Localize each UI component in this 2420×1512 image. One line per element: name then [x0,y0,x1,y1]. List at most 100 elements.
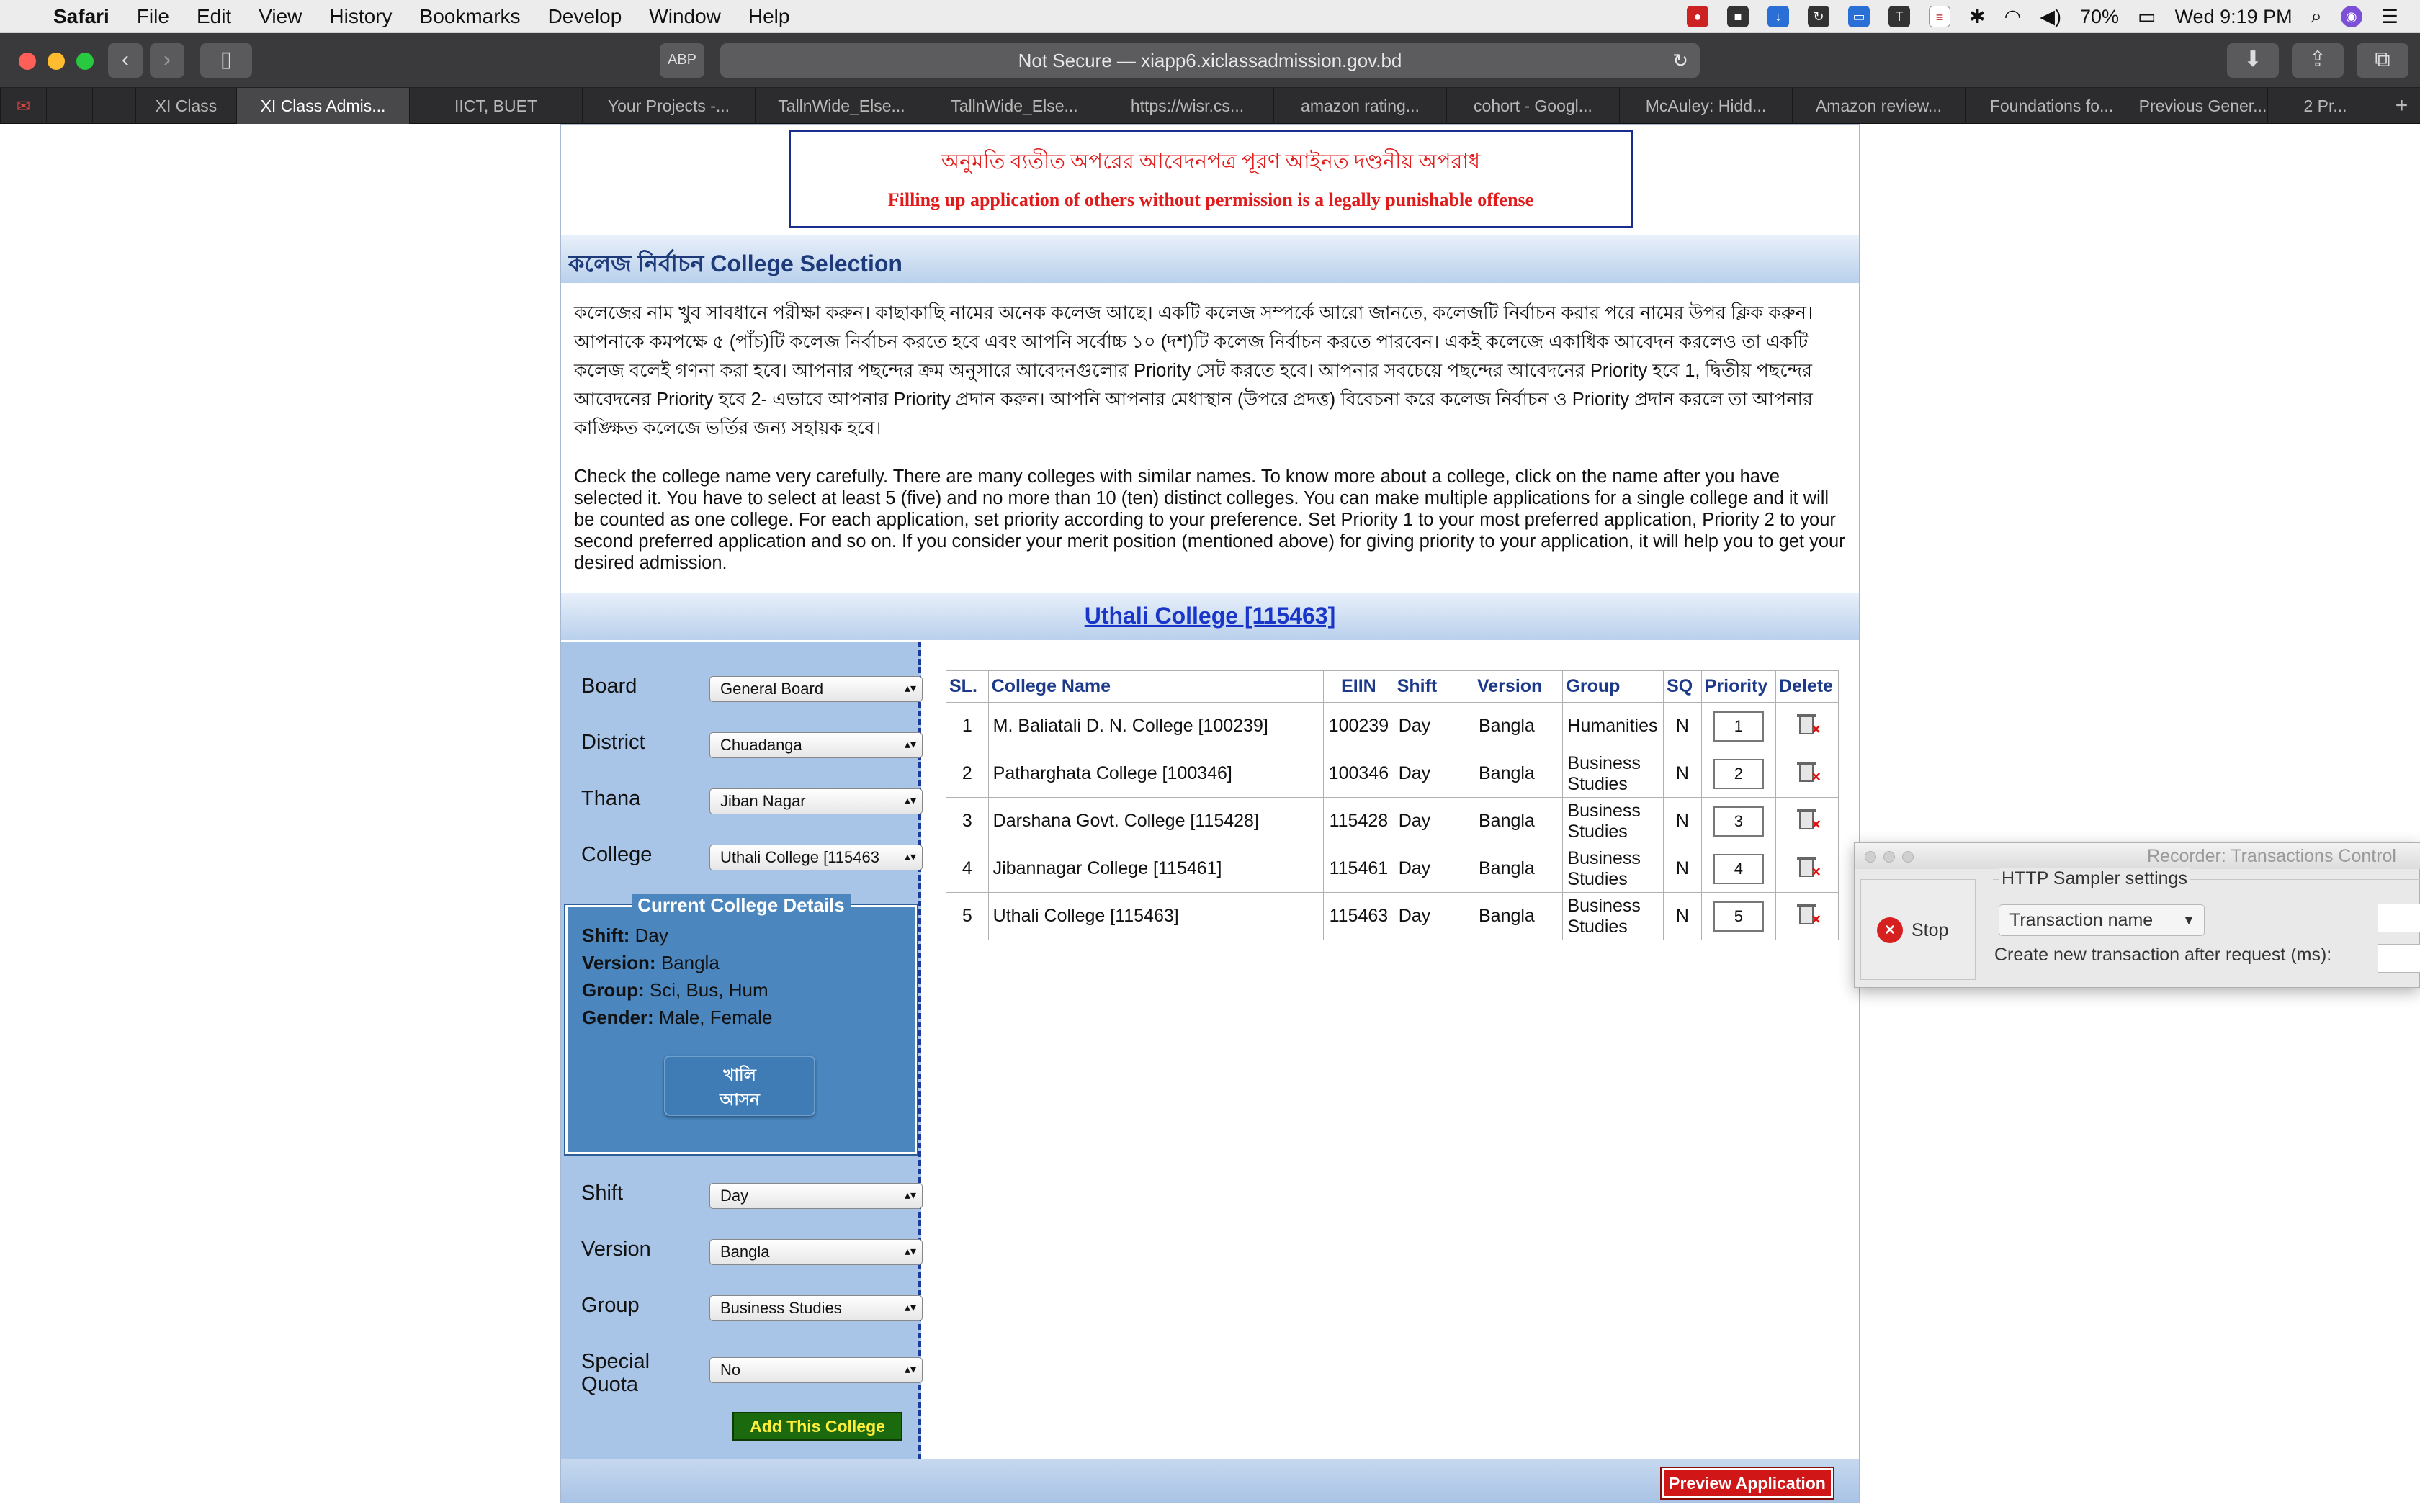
detail-version: Version: Bangla [582,952,720,973]
delete-icon[interactable]: × [1795,806,1821,833]
tab-wisr[interactable]: https://wisr.cs... [1101,88,1273,124]
window-zoom-button[interactable] [76,53,94,70]
table-row: 4 Jibannagar College [115461] 115461 Day… [946,845,1839,893]
volume-icon[interactable]: ◀) [2040,6,2061,28]
pinned-gmail-icon[interactable]: ✉ [0,88,46,124]
shift-select[interactable]: Day ▴▾ [709,1183,923,1209]
row-college-name[interactable]: Darshana Govt. College [115428] [987,797,1325,845]
downloads-icon[interactable]: ⬇ [2227,43,2279,78]
priority-input[interactable]: 2 [1713,758,1764,789]
pinned-tab[interactable] [92,88,135,124]
tabs-overview-icon[interactable]: ⧉ [2357,43,2408,78]
tab-xi-class-admission[interactable]: XI Class Admis... [236,88,409,124]
row-eiin: 115463 [1323,892,1394,940]
app-menu-safari[interactable]: Safari [53,5,109,28]
reload-icon[interactable]: ↻ [1672,43,1688,78]
tab-mcauley[interactable]: McAuley: Hidd... [1619,88,1792,124]
row-eiin: 115428 [1323,797,1394,845]
menu-edit[interactable]: Edit [197,5,231,28]
row-college-name[interactable]: Uthali College [115463] [987,892,1325,940]
add-college-button[interactable]: Add This College [732,1412,902,1441]
recorder-input-1[interactable] [2378,904,2420,932]
quota-select[interactable]: No ▴▾ [709,1357,923,1383]
sync-icon[interactable]: ↻ [1808,6,1830,27]
tab-foundations[interactable]: Foundations fo... [1965,88,2138,124]
district-select[interactable]: Chuadanga ▴▾ [709,732,923,758]
text-app-icon[interactable]: T [1888,6,1911,27]
priority-input[interactable]: 4 [1713,853,1764,884]
board-select[interactable]: General Board ▴▾ [709,676,923,702]
siri-icon[interactable]: ◉ [2340,6,2362,27]
bluetooth-icon[interactable]: ✱ [1969,6,1986,28]
camera-icon[interactable]: ■ [1727,6,1749,27]
menu-history[interactable]: History [329,5,392,28]
spotlight-search-icon[interactable]: ⌕ [2311,5,2322,28]
col-group: Group [1562,670,1664,703]
battery-percent: 70% [2080,5,2120,27]
priority-input[interactable]: 5 [1713,901,1764,932]
row-college-name[interactable]: Jibannagar College [115461] [987,845,1325,893]
row-version: Bangla [1473,702,1564,750]
delete-icon[interactable]: × [1795,759,1821,786]
address-bar[interactable]: Not Secure — xiapp6.xiclassadmission.gov… [720,43,1700,78]
group-select[interactable]: Business Studies ▴▾ [709,1295,923,1321]
tab-tallnwide-2[interactable]: TallnWide_Else... [928,88,1101,124]
priority-input[interactable]: 1 [1713,711,1764,742]
adblock-icon[interactable]: ABP [660,43,704,78]
screen-icon[interactable]: ▭ [1848,6,1870,27]
tab-iict-buet[interactable]: IICT, BUET [409,88,582,124]
battery-icon[interactable]: ▭ [2138,6,2156,28]
window-minimize-button[interactable] [48,53,65,70]
college-select[interactable]: Uthali College [115463 ▴▾ [709,845,923,870]
notification-icon[interactable]: ● [1687,6,1709,27]
delete-icon[interactable]: × [1795,901,1821,928]
download-icon[interactable]: ↓ [1767,6,1790,27]
recorder-zoom-button[interactable] [1902,851,1914,863]
tab-amazon-review[interactable]: Amazon review... [1792,88,1965,124]
priority-input[interactable]: 3 [1713,806,1764,837]
tab-amazon-rating[interactable]: amazon rating... [1273,88,1446,124]
flag-icon[interactable]: ≡ [1929,6,1951,27]
section-header: কলেজ নির্বাচন College Selection [561,235,1859,283]
preview-application-button[interactable]: Preview Application [1660,1467,1834,1500]
status-area: ● ■ ↓ ↻ ▭ T ≡ ✱ ◠ ◀) 70% ▭ Wed 9:19 PM ⌕… [1687,0,2398,33]
delete-icon[interactable]: × [1795,711,1821,738]
row-college-name[interactable]: Patharghata College [100346] [987,750,1325,798]
pinned-tab[interactable] [46,88,92,124]
row-sl: 5 [946,892,989,940]
recorder-close-button[interactable] [1865,851,1876,863]
new-tab-button[interactable]: + [2383,88,2420,124]
row-college-name[interactable]: M. Baliatali D. N. College [100239] [987,702,1325,750]
menu-window[interactable]: Window [649,5,721,28]
tab-previous-gener[interactable]: Previous Gener... [2138,88,2267,124]
menu-view[interactable]: View [259,5,302,28]
tab-your-projects[interactable]: Your Projects -... [582,88,755,124]
tab-tallnwide-1[interactable]: TallnWide_Else... [755,88,928,124]
row-version: Bangla [1473,750,1564,798]
stop-button[interactable]: × Stop [1860,879,1976,980]
menu-help[interactable]: Help [748,5,790,28]
selected-college-link[interactable]: Uthali College [115463] [561,603,1859,629]
wifi-icon[interactable]: ◠ [2004,6,2022,28]
vacant-seats-button[interactable]: খালি আসন [664,1056,815,1116]
thana-select[interactable]: Jiban Nagar ▴▾ [709,788,923,814]
tab-xi-class[interactable]: XI Class [135,88,236,124]
recorder-minimize-button[interactable] [1883,851,1895,863]
menu-bookmarks[interactable]: Bookmarks [420,5,521,28]
version-select[interactable]: Bangla ▴▾ [709,1239,923,1265]
tab-2-pr[interactable]: 2 Pr... [2267,88,2383,124]
forward-button[interactable]: › [150,43,184,78]
window-close-button[interactable] [19,53,36,70]
menu-develop[interactable]: Develop [548,5,622,28]
transaction-name-select[interactable]: Transaction name ▼ [1999,904,2205,936]
clock[interactable]: Wed 9:19 PM [2175,6,2293,28]
recorder-title[interactable]: Recorder: Transactions Control [1855,843,2420,869]
tab-cohort[interactable]: cohort - Googl... [1446,88,1619,124]
share-icon[interactable]: ⇪ [2292,43,2344,78]
sidebar-toggle-icon[interactable]: ▯ [200,43,252,78]
recorder-input-2[interactable] [2378,944,2420,973]
notification-center-icon[interactable]: ☰ [2381,6,2398,28]
menu-file[interactable]: File [137,5,169,28]
delete-icon[interactable]: × [1795,854,1821,881]
back-button[interactable]: ‹ [108,43,143,78]
